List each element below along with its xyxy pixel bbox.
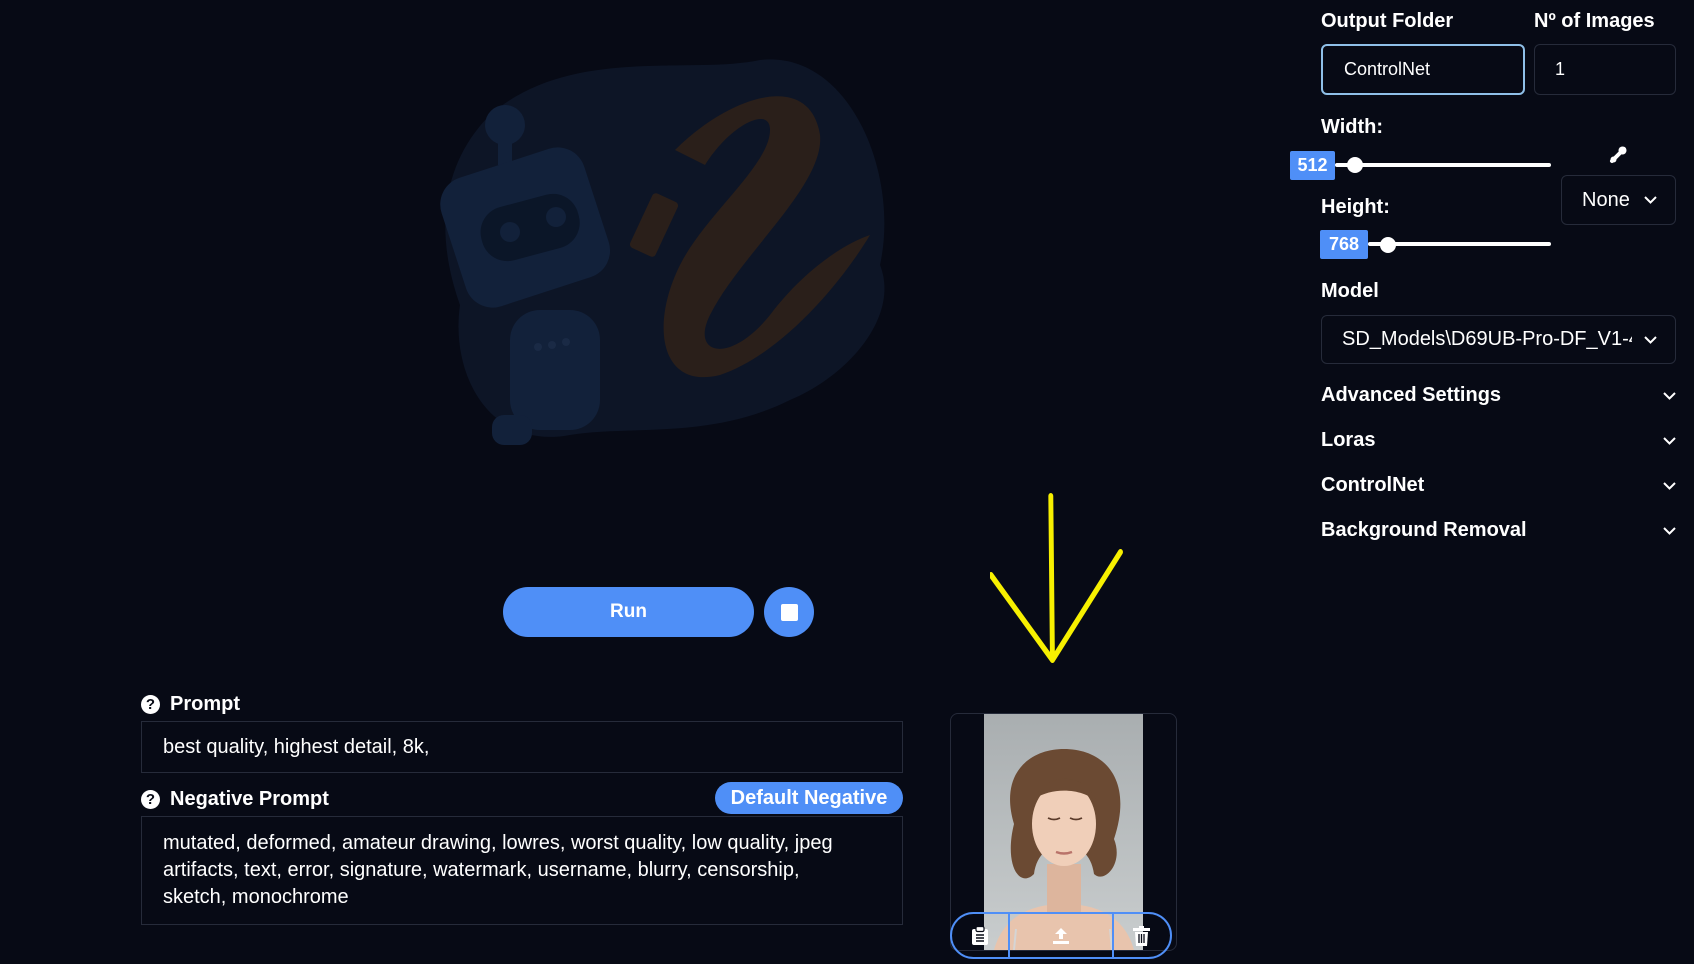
model-value: SD_Models\D69UB-Pro-DF_V1-4.safetensors (1342, 328, 1632, 350)
width-value-badge: 512 (1290, 151, 1335, 180)
stop-icon (780, 603, 798, 621)
run-button[interactable]: Run (503, 587, 754, 637)
help-icon[interactable]: ? (141, 695, 160, 714)
annotation-arrow-icon (990, 493, 1123, 663)
chevron-down-icon (1663, 391, 1676, 400)
chevron-down-icon (1644, 196, 1657, 204)
height-slider-handle[interactable] (1380, 237, 1396, 253)
width-label: Width: (1321, 116, 1384, 138)
num-images-input[interactable]: 1 (1534, 44, 1676, 95)
link-dimensions-icon[interactable] (1608, 145, 1628, 165)
output-folder-label: Output Folder (1321, 10, 1454, 32)
aspect-ratio-select[interactable]: None (1561, 175, 1676, 225)
accordion-title: Background Removal (1321, 519, 1527, 541)
accordion-loras[interactable]: Loras (1321, 429, 1676, 452)
accordion-title: ControlNet (1321, 474, 1425, 496)
app-watermark-logo (440, 59, 885, 445)
negative-prompt-label: Negative Prompt (170, 788, 329, 810)
output-folder-input[interactable]: ControlNet (1321, 44, 1525, 95)
chevron-down-icon (1663, 436, 1676, 445)
accordion-controlnet[interactable]: ControlNet (1321, 474, 1676, 497)
accordion-background-removal[interactable]: Background Removal (1321, 519, 1676, 542)
chevron-down-icon (1663, 481, 1676, 490)
clipboard-icon (972, 925, 989, 945)
aspect-ratio-value: None (1582, 188, 1630, 211)
image-action-bar (950, 912, 1172, 959)
accordion-title: Advanced Settings (1321, 384, 1502, 406)
accordion-title: Loras (1321, 429, 1376, 451)
upload-icon (1053, 927, 1069, 944)
copy-to-clipboard-button[interactable] (952, 914, 1011, 957)
chevron-down-icon (1644, 335, 1657, 344)
prompt-label-row: ? Prompt (141, 693, 240, 716)
export-image-button[interactable] (1010, 914, 1114, 957)
delete-image-button[interactable] (1114, 914, 1170, 957)
prompt-input[interactable]: best quality, highest detail, 8k, (141, 721, 903, 773)
default-negative-button[interactable]: Default Negative (715, 782, 903, 814)
height-value-badge: 768 (1320, 230, 1368, 259)
model-label: Model (1321, 280, 1379, 302)
width-slider-track[interactable] (1335, 163, 1551, 167)
prompt-label: Prompt (170, 693, 240, 715)
trash-icon (1133, 925, 1151, 946)
negative-prompt-label-row: ? Negative Prompt (141, 788, 329, 811)
chevron-down-icon (1663, 526, 1676, 535)
model-select[interactable]: SD_Models\D69UB-Pro-DF_V1-4.safetensors (1321, 315, 1676, 364)
height-label: Height: (1321, 196, 1390, 218)
accordion-advanced-settings[interactable]: Advanced Settings (1321, 384, 1676, 407)
stop-button[interactable] (764, 587, 814, 637)
negative-prompt-input[interactable]: mutated, deformed, amateur drawing, lowr… (141, 816, 903, 925)
num-images-label: Nº of Images (1534, 10, 1655, 32)
help-icon[interactable]: ? (141, 790, 160, 809)
width-slider-handle[interactable] (1347, 157, 1363, 173)
